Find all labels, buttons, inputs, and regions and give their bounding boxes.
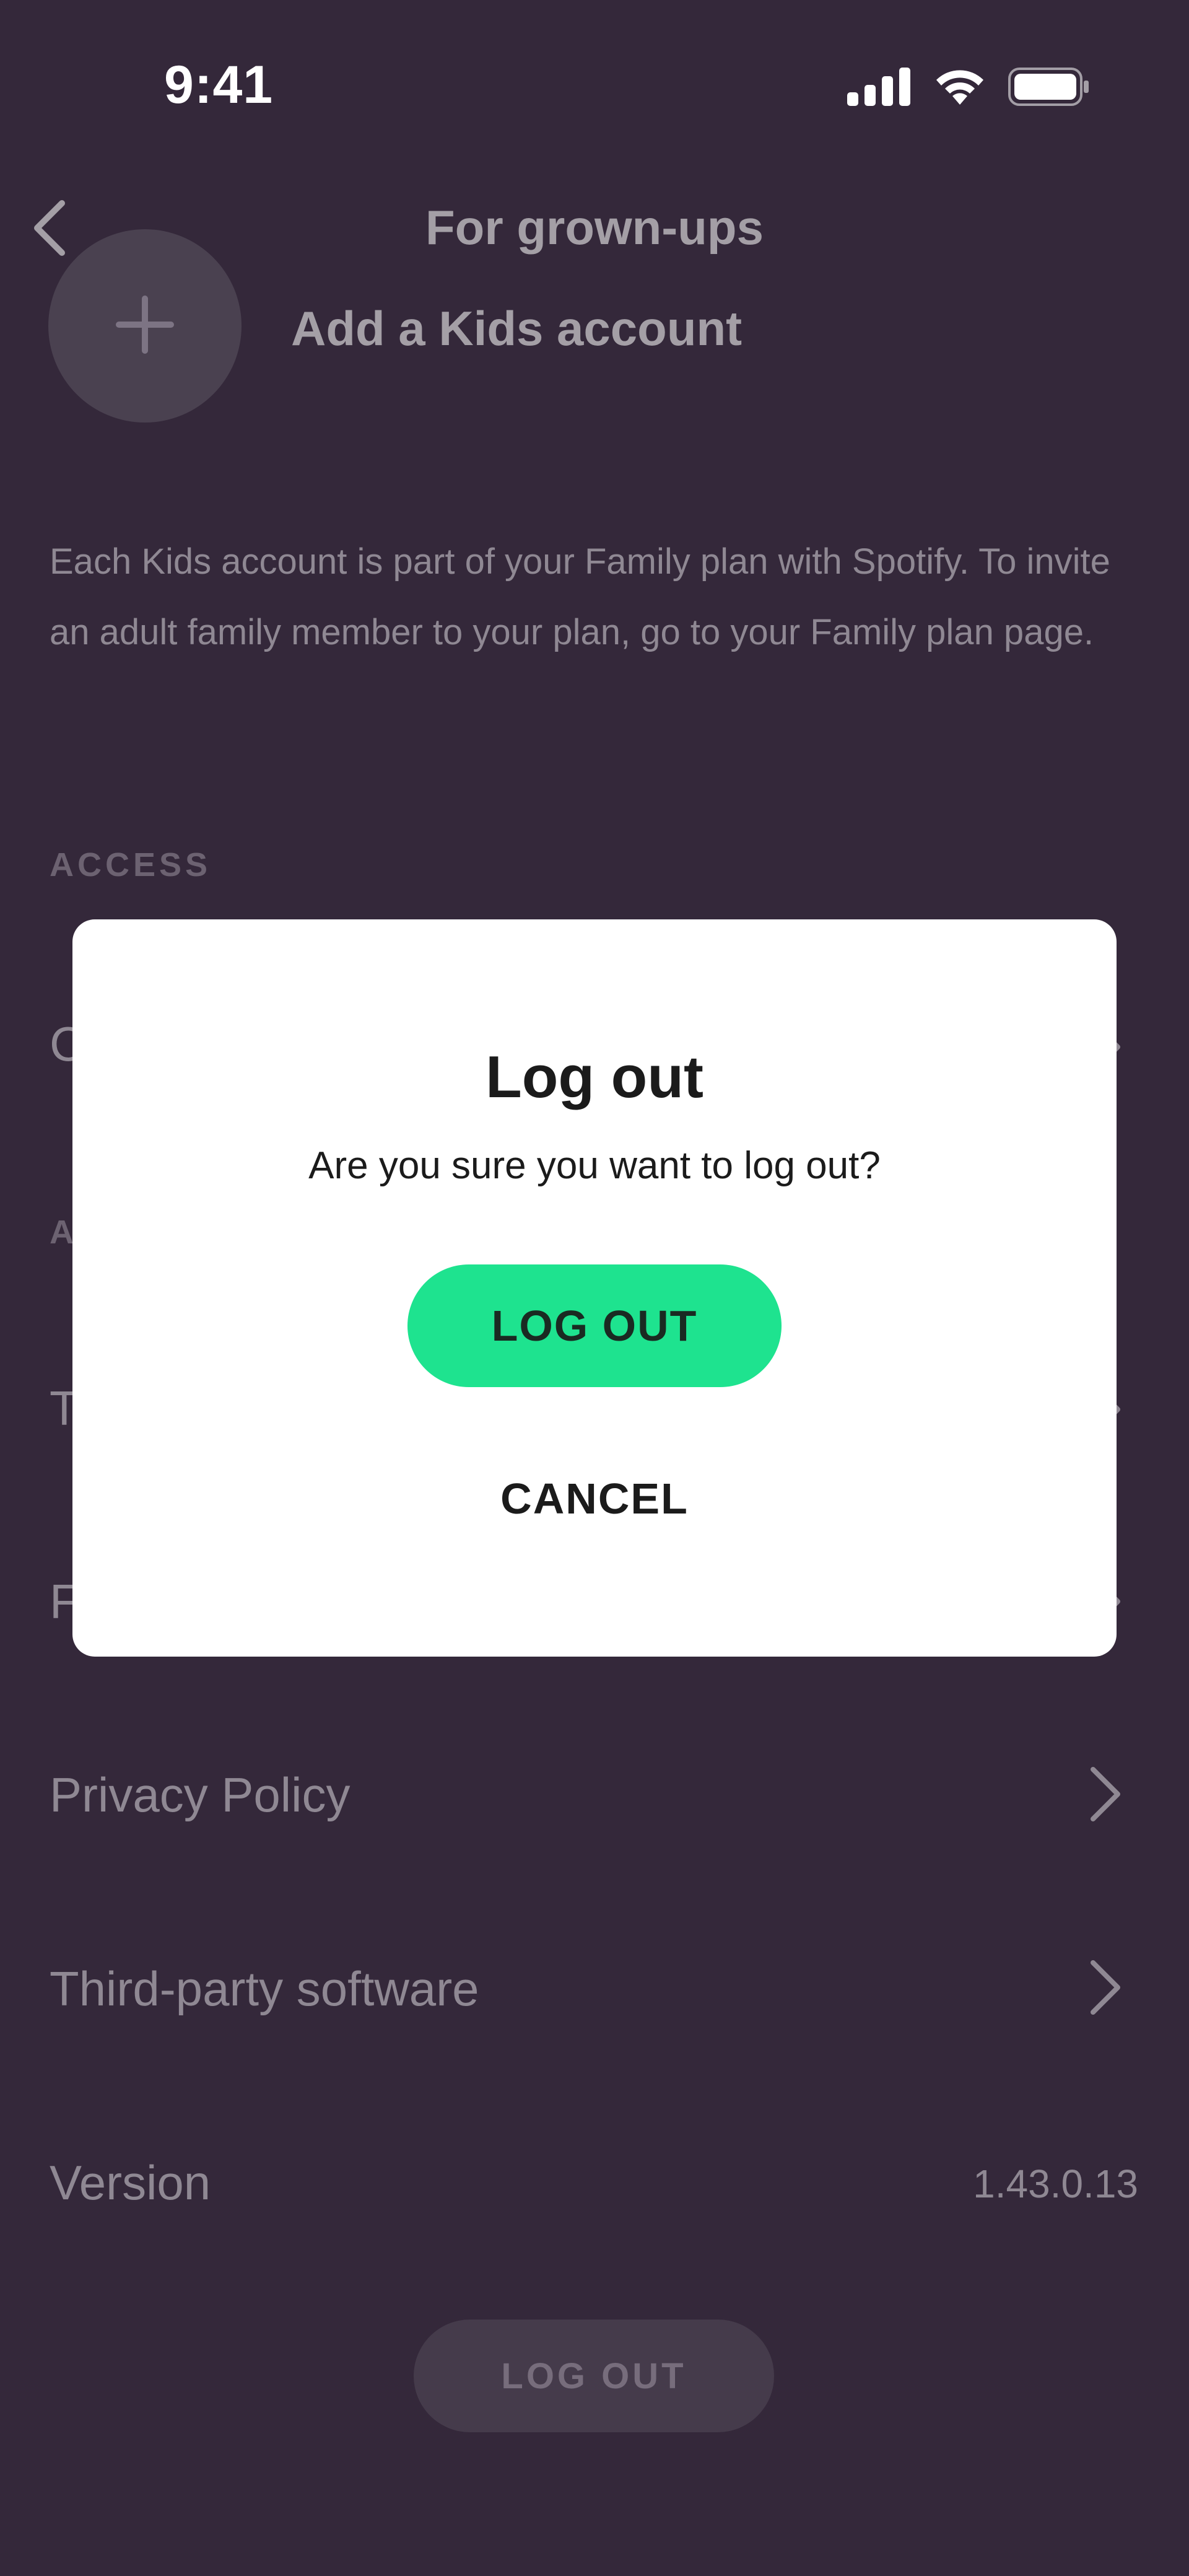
log-out-button[interactable]: LOG OUT: [414, 2320, 774, 2432]
third-party-software-chevron: [1084, 1956, 1127, 2018]
add-kids-account-label[interactable]: Add a Kids account: [291, 300, 742, 357]
screen: 9:41 For grown-ups Add a Kids account Ea…: [0, 0, 1189, 2576]
log-out-dialog: Log out Are you sure you want to log out…: [72, 919, 1117, 1657]
plus-icon: [116, 296, 174, 354]
confirm-log-out-button[interactable]: LOG OUT: [407, 1264, 782, 1387]
cellular-signal-icon: [847, 68, 910, 106]
chevron-right-icon: [1091, 1960, 1120, 2015]
cancel-button[interactable]: CANCEL: [471, 1465, 718, 1533]
dialog-title: Log out: [486, 1044, 703, 1110]
dialog-message: Are you sure you want to log out?: [308, 1144, 881, 1187]
privacy-policy-row[interactable]: Privacy Policy: [50, 1767, 350, 1823]
add-kids-account-button[interactable]: [48, 229, 242, 423]
chevron-right-icon: [1091, 1767, 1120, 1821]
version-value: 1.43.0.13: [973, 2162, 1138, 2206]
privacy-policy-chevron: [1084, 1763, 1127, 1825]
wifi-icon: [936, 70, 983, 105]
status-icons: [847, 65, 1090, 108]
section-label-access: ACCESS: [50, 846, 212, 883]
third-party-software-row[interactable]: Third-party software: [50, 1961, 479, 2017]
family-plan-info: Each Kids account is part of your Family…: [50, 541, 1110, 652]
version-label: Version: [50, 2155, 211, 2210]
battery-icon: [1008, 68, 1089, 106]
status-time: 9:41: [164, 55, 274, 115]
